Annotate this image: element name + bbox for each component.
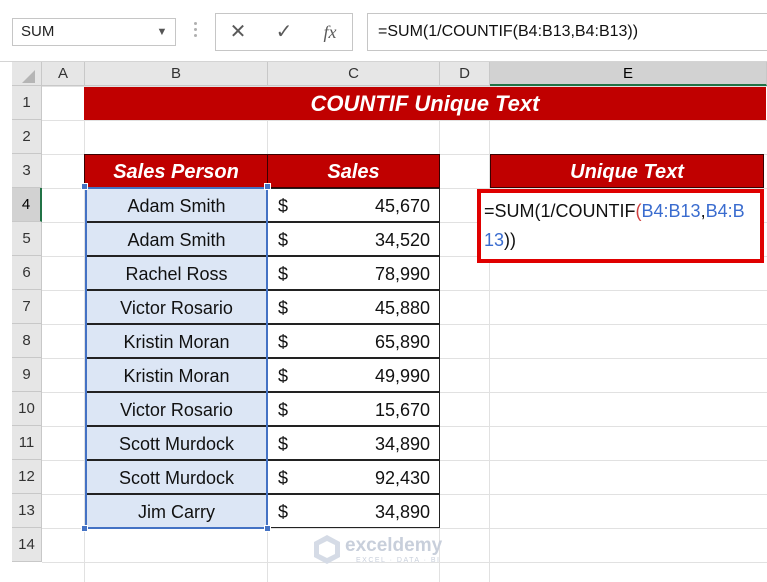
row-header-2[interactable]: 2 — [12, 120, 42, 154]
row-header-3[interactable]: 3 — [12, 154, 42, 188]
row-header-10[interactable]: 10 — [12, 392, 42, 426]
sales-amount: 45,670 — [374, 196, 430, 216]
sales-amount: 45,880 — [374, 298, 430, 318]
check-icon[interactable]: ✓ — [264, 14, 304, 52]
chevron-down-icon[interactable]: ▼ — [152, 22, 172, 42]
sales-amount: 34,890 — [374, 502, 430, 522]
row-header-11[interactable]: 11 — [12, 426, 42, 460]
formula-input[interactable]: =SUM(1/COUNTIF(B4:B13,B4:B13)) — [367, 13, 767, 51]
currency-symbol: $ — [278, 230, 289, 250]
selection-handle[interactable] — [264, 525, 271, 532]
select-all-triangle — [22, 70, 35, 83]
row-header-5[interactable]: 5 — [12, 222, 42, 256]
sales-amount: 78,990 — [374, 264, 430, 284]
selection-handle[interactable] — [81, 525, 88, 532]
row-header-4[interactable]: 4 — [12, 188, 42, 222]
header-sales-person[interactable]: Sales Person — [84, 154, 268, 188]
exceldemy-logo-icon — [314, 535, 340, 564]
row-header-1[interactable]: 1 — [12, 86, 42, 120]
formula-ref-range: B4:B13 — [641, 201, 701, 221]
sales-amount: 65,890 — [374, 332, 430, 352]
sales-cell[interactable]: $45,880 — [267, 290, 440, 324]
sheet-title[interactable]: COUNTIF Unique Text — [84, 87, 766, 120]
currency-symbol: $ — [278, 502, 289, 522]
sales-cell[interactable]: $78,990 — [267, 256, 440, 290]
row-header-9[interactable]: 9 — [12, 358, 42, 392]
sales-cell[interactable]: $92,430 — [267, 460, 440, 494]
sales-cell[interactable]: $34,890 — [267, 426, 440, 460]
header-unique-text[interactable]: Unique Text — [490, 154, 764, 188]
sales-amount: 34,890 — [374, 434, 430, 454]
selection-handle[interactable] — [264, 183, 271, 190]
currency-symbol: $ — [278, 332, 289, 352]
sales-cell[interactable]: $15,670 — [267, 392, 440, 426]
row-header-12[interactable]: 12 — [12, 460, 42, 494]
currency-symbol: $ — [278, 366, 289, 386]
currency-symbol: $ — [278, 400, 289, 420]
row-header-8[interactable]: 8 — [12, 324, 42, 358]
column-header-c[interactable]: C — [268, 62, 440, 86]
row-header-7[interactable]: 7 — [12, 290, 42, 324]
formula-prefix: =SUM(1/COUNTIF — [484, 201, 636, 221]
currency-symbol: $ — [278, 298, 289, 318]
currency-symbol: $ — [278, 196, 289, 216]
sales-amount: 49,990 — [374, 366, 430, 386]
sales-amount: 34,520 — [374, 230, 430, 250]
column-header-b[interactable]: B — [85, 62, 268, 86]
close-icon[interactable]: ✕ — [218, 14, 258, 52]
currency-symbol: $ — [278, 434, 289, 454]
sales-amount: 15,670 — [374, 400, 430, 420]
sales-amount: 92,430 — [374, 468, 430, 488]
gridline — [42, 120, 767, 121]
row-header-14[interactable]: 14 — [12, 528, 42, 562]
watermark-tagline: EXCEL · DATA · BI — [356, 557, 441, 564]
currency-symbol: $ — [278, 468, 289, 488]
column-header-e[interactable]: E — [490, 62, 767, 86]
sales-cell[interactable]: $65,890 — [267, 324, 440, 358]
cell-formula-text[interactable]: =SUM(1/COUNTIF(B4:B13,B4:B13)) — [484, 197, 754, 255]
sales-cell[interactable]: $49,990 — [267, 358, 440, 392]
insert-function-icon[interactable]: fx — [310, 14, 350, 52]
formula-close-parens: )) — [504, 230, 517, 250]
sales-cell[interactable]: $34,890 — [267, 494, 440, 528]
formula-buttons: ✕ ✓ fx — [215, 13, 353, 51]
selection-handle[interactable] — [81, 183, 88, 190]
currency-symbol: $ — [278, 264, 289, 284]
sales-cell[interactable]: $45,670 — [267, 188, 440, 222]
selection-range — [85, 187, 268, 529]
row-header-13[interactable]: 13 — [12, 494, 42, 528]
row-header-6[interactable]: 6 — [12, 256, 42, 290]
column-header-d[interactable]: D — [440, 62, 490, 86]
column-header-a[interactable]: A — [42, 62, 85, 86]
watermark-text: exceldemy — [345, 535, 443, 556]
sales-cell[interactable]: $34,520 — [267, 222, 440, 256]
separator-grip — [194, 19, 198, 45]
header-sales[interactable]: Sales — [267, 154, 440, 188]
